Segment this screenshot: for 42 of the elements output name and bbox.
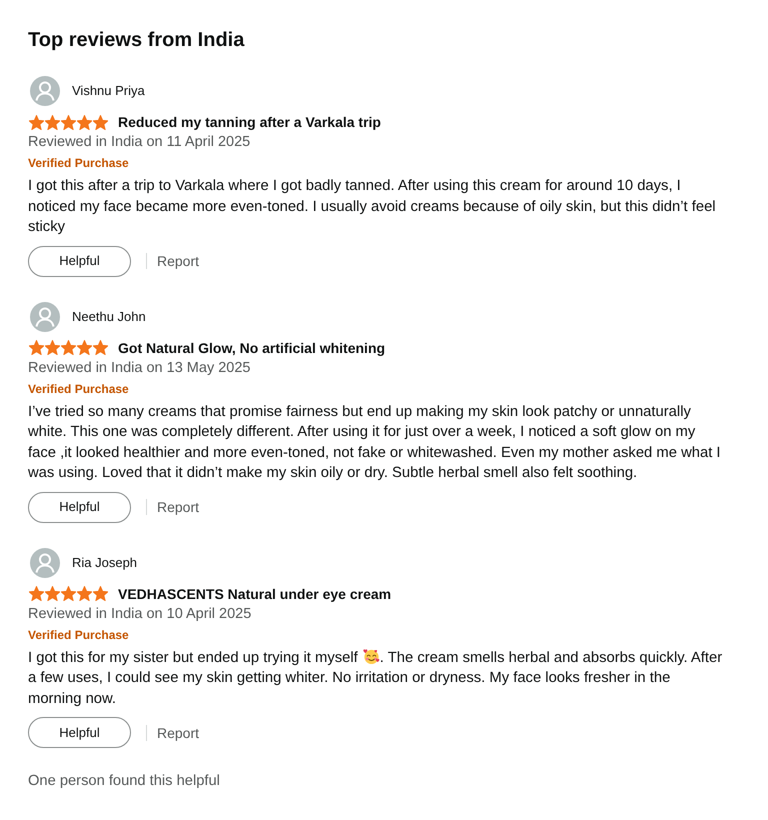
review-text: I’ve tried so many creams that promise fairness but end up making my skin look patchy or unnaturally white. This one was completely different. After using it for just over a week, I noticed a soft glow on my face ,it looked healthier and more even-toned, not fake or whitewashed. Even my mother asked me what I was using. Loved that it didn’t make my skin oily or dry. Subtle herbal smell also felt soothing. bbox=[28, 402, 722, 483]
section-heading: Top reviews from India bbox=[28, 28, 244, 53]
smiling-face-with-hearts-icon bbox=[362, 648, 380, 664]
star-icon bbox=[77, 340, 92, 355]
helpful-button[interactable]: Helpful bbox=[28, 717, 131, 748]
star-icon bbox=[29, 340, 44, 355]
review-date: Reviewed in India on 11 April 2025 bbox=[28, 133, 250, 152]
avatar-icon bbox=[30, 76, 60, 106]
star-icon bbox=[93, 586, 108, 601]
review-text: I got this after a trip to Varkala where I got badly tanned. After using this cream for around 10 days, I noticed my face became more even-toned. I usually avoid creams because of oily skin, but this didn’t feel sticky bbox=[28, 177, 717, 237]
star-icon bbox=[77, 114, 92, 130]
star-icon bbox=[45, 586, 60, 601]
reviewer-name[interactable]: Neethu John bbox=[72, 308, 146, 326]
star-icon bbox=[29, 586, 44, 601]
verified-purchase-label: Verified Purchase bbox=[28, 155, 129, 172]
review-title[interactable]: Got Natural Glow, No artificial whitening bbox=[118, 338, 386, 358]
star-icon bbox=[77, 586, 92, 601]
star-icon bbox=[93, 114, 108, 130]
helpful-button[interactable]: Helpful bbox=[28, 246, 131, 276]
verified-purchase-label: Verified Purchase bbox=[28, 626, 129, 644]
review-date: Reviewed in India on 10 April 2025 bbox=[28, 604, 252, 624]
star-icon bbox=[93, 340, 108, 355]
star-icon bbox=[29, 114, 44, 130]
star-icon bbox=[61, 114, 76, 130]
review-title[interactable]: VEDHASCENTS Natural under eye cream bbox=[118, 584, 392, 604]
star-icon bbox=[45, 340, 60, 355]
helpful-button[interactable]: Helpful bbox=[28, 492, 131, 522]
helpful-count-text: One person found this helpful bbox=[28, 772, 220, 791]
avatar-icon bbox=[30, 548, 60, 578]
report-link[interactable]: Report bbox=[157, 722, 200, 742]
report-link[interactable]: Report bbox=[157, 251, 200, 271]
reviewer-name[interactable]: Vishnu Priya bbox=[72, 82, 145, 100]
review-date: Reviewed in India on 13 May 2025 bbox=[28, 358, 250, 378]
avatar-icon bbox=[30, 302, 60, 332]
reviewer-name[interactable]: Ria Joseph bbox=[72, 554, 138, 572]
review-text: I got this for my sister but ended up trying it myself . The cream smells herbal and absorbs quickly. After a few uses, I could see my skin getting whiter. No irritation or dryness. My face looks fresher in the morning now. bbox=[28, 648, 724, 708]
verified-purchase-label: Verified Purchase bbox=[28, 380, 129, 398]
review-title[interactable]: Reduced my tanning after a Varkala trip bbox=[118, 112, 381, 132]
star-icon bbox=[61, 340, 76, 355]
star-icon bbox=[61, 586, 76, 601]
report-link[interactable]: Report bbox=[157, 497, 200, 517]
star-icon bbox=[45, 114, 60, 130]
